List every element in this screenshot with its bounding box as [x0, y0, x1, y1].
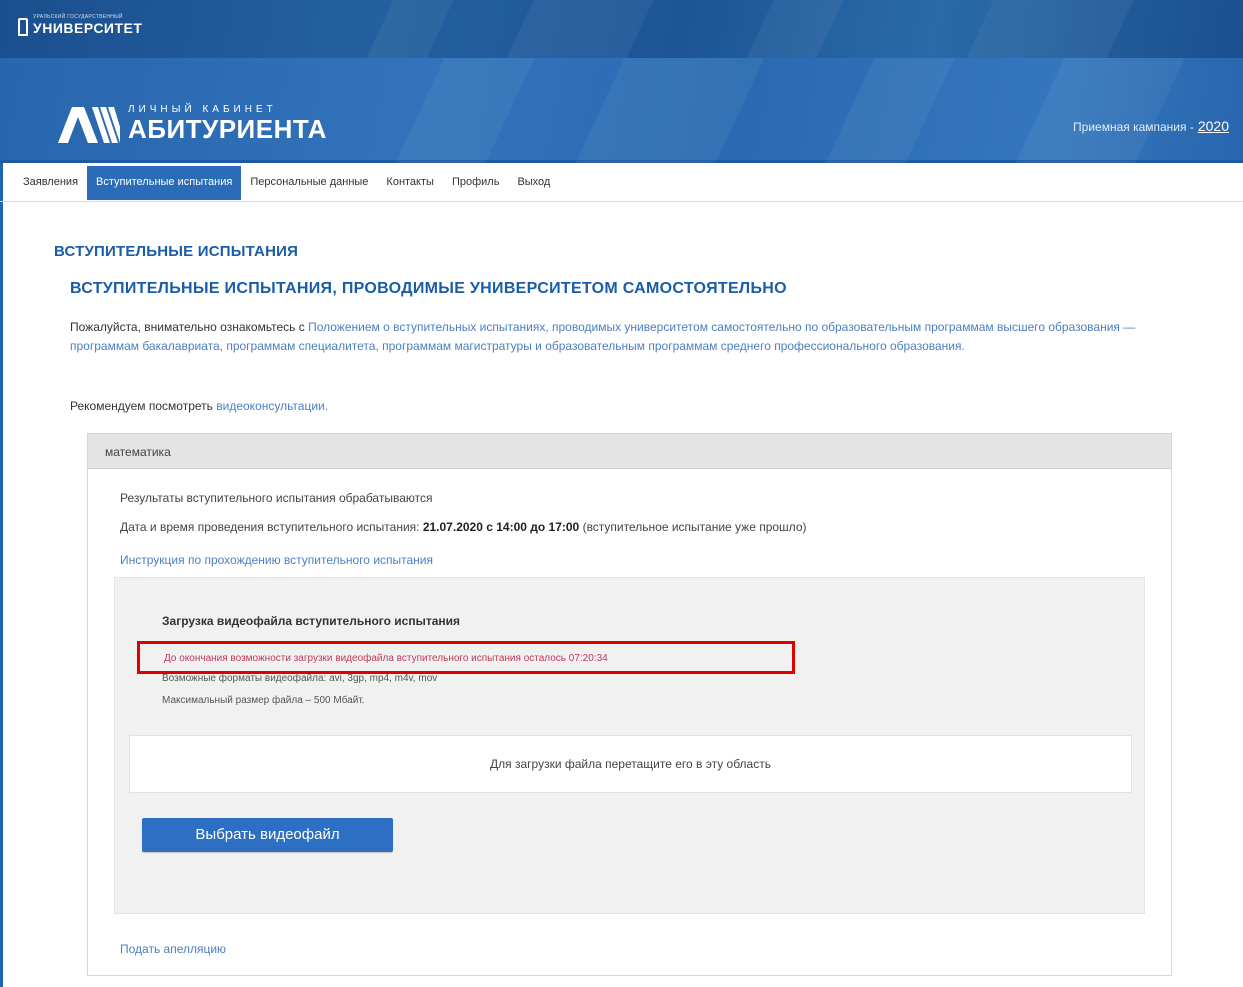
- datetime-value: 21.07.2020 с 14:00 до 17:00: [422, 520, 580, 534]
- upload-title: Загрузка видеофайла вступительного испыт…: [162, 614, 460, 628]
- exam-card: математика Результаты вступительного исп…: [87, 433, 1172, 976]
- upload-max-size: Максимальный размер файла – 500 Мбайт.: [162, 695, 365, 706]
- upload-formats: Возможные форматы видеофайла: avi, 3gp, …: [162, 673, 438, 684]
- section-title: ВСТУПИТЕЛЬНЫЕ ИСПЫТАНИЯ, ПРОВОДИМЫЕ УНИВ…: [70, 280, 787, 297]
- header: ЛИЧНЫЙ КАБИНЕТ АБИТУРИЕНТА Приемная камп…: [0, 58, 1243, 163]
- nav-item-entrance-exams[interactable]: Вступительные испытания: [87, 166, 242, 200]
- university-emblem-icon: [18, 18, 28, 36]
- appeal-link[interactable]: Подать апелляцию: [120, 942, 226, 956]
- recommendation-text: Рекомендуем посмотреть видеоконсультации…: [70, 399, 328, 413]
- nav-item-personal-data[interactable]: Персональные данные: [241, 166, 377, 198]
- nav-item-contacts[interactable]: Контакты: [377, 166, 443, 198]
- nav-item-logout[interactable]: Выход: [508, 166, 559, 198]
- dropzone-label: Для загрузки файла перетащите его в эту …: [490, 757, 771, 771]
- university-logo[interactable]: Уральский государственный УНИВЕРСИТЕТ: [18, 14, 142, 36]
- brand-title: АБИТУРИЕНТА: [128, 114, 327, 144]
- intro-prefix: Пожалуйста, внимательно ознакомьтесь с: [70, 320, 309, 334]
- upload-countdown: До окончания возможности загрузки видеоф…: [164, 653, 608, 664]
- exam-datetime: Дата и время проведения вступительного и…: [120, 520, 806, 534]
- datetime-prefix: Дата и время проведения вступительного и…: [120, 520, 423, 534]
- video-consultations-link[interactable]: видеоконсультации.: [216, 399, 328, 413]
- exam-status: Результаты вступительного испытания обра…: [120, 491, 433, 505]
- choose-video-button[interactable]: Выбрать видеофайл: [142, 818, 393, 852]
- university-strip: Уральский государственный УНИВЕРСИТЕТ: [0, 0, 1243, 58]
- campaign-label: Приемная кампания -: [1073, 120, 1194, 134]
- nav-item-applications[interactable]: Заявления: [14, 166, 87, 198]
- video-upload-panel: Загрузка видеофайла вступительного испыт…: [114, 577, 1145, 914]
- main-nav: Заявления Вступительные испытания Персон…: [0, 166, 1243, 202]
- nav-item-profile[interactable]: Профиль: [443, 166, 509, 198]
- campaign-year-link[interactable]: 2020: [1198, 118, 1229, 134]
- exam-subject-header: математика: [88, 434, 1171, 469]
- campaign-info: Приемная кампания - 2020: [1073, 118, 1229, 134]
- brand-logo[interactable]: ЛИЧНЫЙ КАБИНЕТ АБИТУРИЕНТА: [58, 104, 327, 143]
- intro-text: Пожалуйста, внимательно ознакомьтесь с П…: [70, 318, 1190, 356]
- university-name: УНИВЕРСИТЕТ: [33, 20, 143, 36]
- file-dropzone[interactable]: Для загрузки файла перетащите его в эту …: [129, 735, 1132, 793]
- brand-mark-icon: [58, 107, 120, 143]
- datetime-suffix: (вступительное испытание уже прошло): [579, 520, 807, 534]
- page-title: ВСТУПИТЕЛЬНЫЕ ИСПЫТАНИЯ: [54, 243, 299, 260]
- recommend-prefix: Рекомендуем посмотреть: [70, 399, 217, 413]
- instruction-link[interactable]: Инструкция по прохождению вступительного…: [120, 553, 433, 567]
